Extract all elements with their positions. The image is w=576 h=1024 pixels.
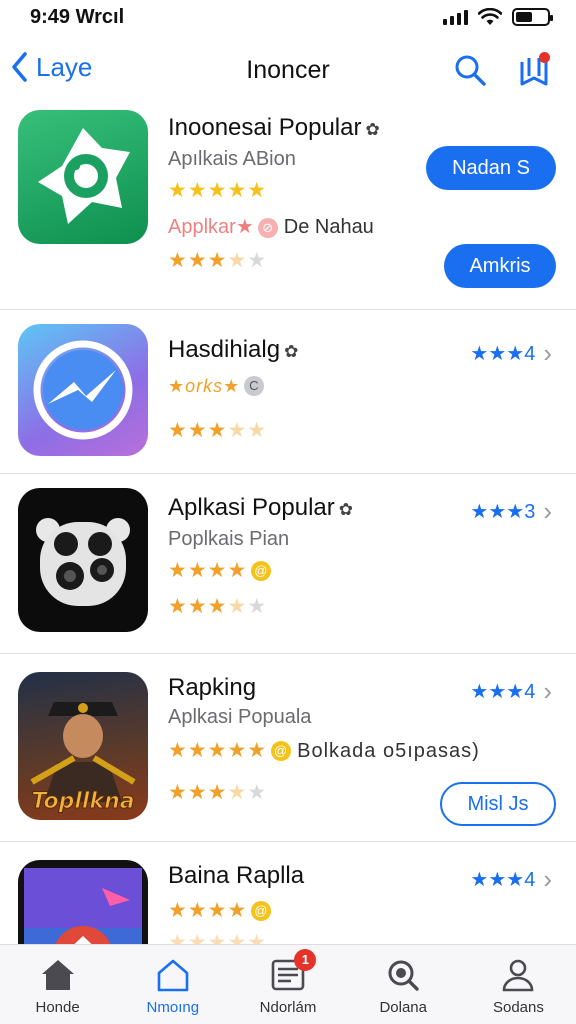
home-icon: [41, 960, 74, 990]
tab-home[interactable]: Honde: [0, 945, 115, 1024]
messenger-icon: [33, 340, 133, 440]
secondary-action-button[interactable]: Amkris: [444, 244, 556, 288]
tab-label: Dolana: [379, 999, 427, 1016]
rating-stars-bottom: ★★★★★: [168, 249, 268, 272]
list-item[interactable]: Inoonesai Popular ✿ Apılkais ABion ★★★★★ …: [0, 104, 576, 310]
settings-icon: ✿: [365, 120, 380, 139]
game-icon: Topllkna: [30, 702, 136, 815]
rating-stars: ★★★★★ @ Bolkada o5ıpasas): [168, 739, 480, 762]
settings-icon: ✿: [338, 500, 354, 519]
badge-icon: @: [251, 901, 272, 922]
rating-stars: ★★★★ @: [168, 558, 272, 583]
app-name: Inoonesai Popular ✿: [168, 114, 380, 141]
badge-icon: C: [244, 376, 265, 397]
chevron-right-icon: ›: [543, 338, 552, 368]
tab-label: Honde: [35, 999, 80, 1016]
badge-icon: ⊘: [257, 217, 278, 238]
bookmark-button[interactable]: [516, 52, 552, 88]
chevron-right-icon: ›: [543, 496, 552, 526]
list-item[interactable]: Topllkna Rapking Aplkasi Popuala ★★★★★ @ B…: [0, 654, 576, 842]
tab-label: Sodans: [492, 999, 544, 1016]
app-icon[interactable]: [18, 324, 148, 456]
open-button[interactable]: Misl Js: [440, 782, 556, 826]
list-item[interactable]: Hasdihialg ✿ ★orks★ C ★★★★★ ★★★4 ›: [0, 310, 576, 474]
cellular-signal-icon: [443, 9, 468, 25]
app-subtitle: Apılkais ABion: [168, 148, 296, 170]
rating-link[interactable]: ★★★4 ›: [470, 864, 552, 895]
chevron-right-icon: ›: [543, 864, 552, 894]
app-name: Baina Raplla: [168, 862, 305, 889]
settings-icon: ✿: [284, 342, 299, 361]
tab-profile[interactable]: Sodans: [461, 945, 576, 1024]
app-icon[interactable]: Topllkna: [18, 672, 148, 820]
tab-nmoing[interactable]: Nmoıng: [115, 945, 230, 1024]
primary-action-button[interactable]: Nadan S: [426, 146, 556, 190]
rating-stars-bottom: ★★★★★: [168, 419, 268, 442]
search-button[interactable]: [452, 52, 488, 88]
status-time: 9:49 Wrcıl: [30, 6, 125, 28]
rating-link[interactable]: ★★★4 ›: [470, 338, 552, 369]
app-name: Aplkasi Popular ✿: [168, 494, 354, 521]
person-icon: [503, 959, 534, 992]
app-subtitle: Poplkais Pian: [168, 528, 290, 550]
game-title-label: Topllkna: [31, 789, 134, 814]
app-list: Inoonesai Popular ✿ Apılkais ABion ★★★★★ …: [0, 104, 576, 970]
camera-app-icon: [36, 518, 130, 606]
app-icon[interactable]: [18, 488, 148, 632]
search-icon: [455, 55, 486, 86]
wifi-icon: [478, 8, 502, 25]
list-item[interactable]: Aplkasi Popular ✿ Poplkais Pian ★★★★ @ ★★★…: [0, 474, 576, 654]
tab-badge: 1: [294, 949, 317, 971]
rating-link[interactable]: ★★★3 ›: [470, 496, 552, 527]
app-name: Rapking: [168, 674, 257, 701]
rating-stars: ★orks★ C: [168, 374, 265, 398]
tab-search[interactable]: Dolana: [346, 945, 461, 1024]
badge-icon: @: [271, 741, 292, 762]
navigation-bar: Laye Inoncer: [0, 44, 576, 98]
status-indicators: [443, 8, 553, 26]
tab-news[interactable]: 1 Ndorlám: [230, 945, 345, 1024]
notification-dot: [539, 52, 550, 63]
rating-stars: ★★★★★: [168, 179, 268, 202]
tab-bar: Honde Nmoıng 1 Ndorlám Dolana Sodans: [0, 944, 576, 1024]
chevron-right-icon: ›: [543, 676, 552, 706]
status-bar: 9:49 Wrcıl: [0, 0, 576, 34]
rating-stars: ★★★★ @: [168, 898, 272, 923]
search-icon: [388, 960, 419, 991]
app-icon[interactable]: [18, 110, 148, 244]
badge-icon: @: [251, 561, 272, 582]
rating-stars-bottom: ★★★★★: [168, 595, 268, 618]
rating-stars-bottom: ★★★★★: [168, 781, 268, 804]
house-outline-icon: [157, 959, 189, 992]
app-subtitle: Aplkasi Popuala: [168, 706, 312, 728]
app-logo-icon: [38, 128, 130, 224]
app-name: Hasdihialg ✿: [168, 336, 299, 363]
rating-link[interactable]: ★★★4 ›: [470, 676, 552, 707]
app-meta: Applkar★ ⊘ De Nahau: [168, 216, 374, 239]
battery-icon: [512, 8, 553, 26]
tab-label: Ndorlám: [259, 999, 317, 1016]
tab-label: Nmoıng: [146, 999, 200, 1016]
